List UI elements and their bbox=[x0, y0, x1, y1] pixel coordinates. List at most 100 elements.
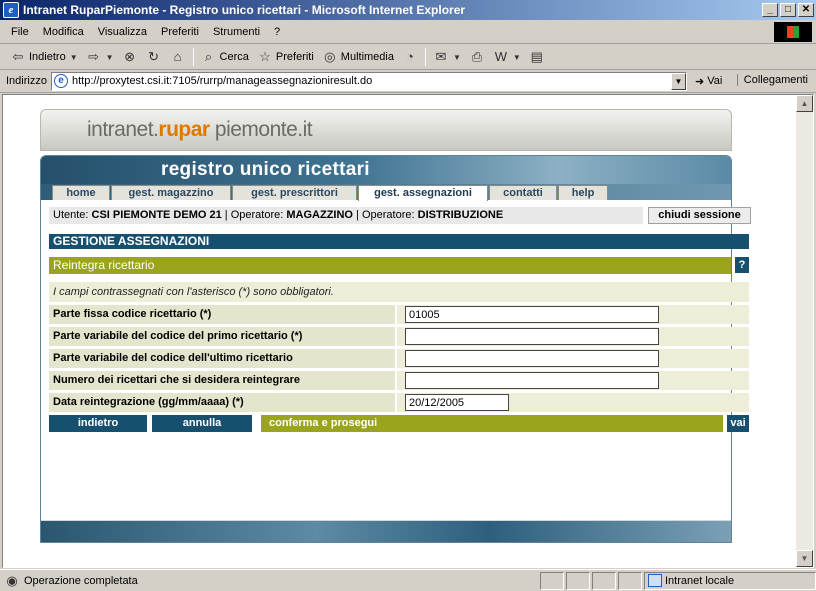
toolbar: ⇦ Indietro ▼ ⇨ ▼ ⊗ ↻ ⌂ ⌕ Cerca ☆ Preferi… bbox=[0, 45, 816, 70]
vertical-scrollbar[interactable]: ▲ ▼ bbox=[796, 95, 813, 567]
media-icon: ◎ bbox=[324, 49, 336, 64]
menu-strumenti[interactable]: Strumenti bbox=[206, 26, 267, 38]
refresh-icon: ↻ bbox=[148, 49, 159, 64]
maximize-button[interactable]: □ bbox=[780, 3, 796, 17]
back-link-button[interactable]: indietro bbox=[49, 415, 147, 432]
cancel-button[interactable]: annulla bbox=[152, 415, 252, 432]
intranet-zone-icon bbox=[648, 573, 662, 587]
tab-gest-magazzino[interactable]: gest. magazzino bbox=[111, 185, 231, 200]
required-fields-note: I campi contrassegnati con l'asterisco (… bbox=[49, 282, 749, 302]
tab-gest-assegnazioni[interactable]: gest. assegnazioni bbox=[358, 185, 488, 201]
rupar-banner: intranet.rupar piemonte.it bbox=[40, 109, 732, 151]
tab-home[interactable]: home bbox=[52, 185, 110, 200]
security-zone: Intranet locale bbox=[644, 571, 816, 590]
ie-icon: e bbox=[3, 2, 19, 18]
menu-modifica[interactable]: Modifica bbox=[36, 26, 91, 38]
address-label: Indirizzo bbox=[6, 75, 47, 87]
tab-contatti[interactable]: contatti bbox=[489, 185, 557, 200]
menu-preferiti[interactable]: Preferiti bbox=[154, 26, 206, 38]
app-title: registro unico ricettari bbox=[161, 159, 370, 180]
go-submit-button[interactable]: vai bbox=[727, 415, 749, 432]
favorites-label: Preferiti bbox=[275, 51, 314, 63]
logout-button[interactable]: chiudi sessione bbox=[648, 207, 751, 224]
close-button[interactable]: ✕ bbox=[798, 3, 814, 17]
search-button[interactable]: ⌕ Cerca bbox=[197, 46, 253, 68]
app-footer bbox=[41, 520, 731, 542]
field-label: Data reintegrazione (gg/mm/aaaa) (*) bbox=[49, 393, 395, 412]
mail-icon: ✉ bbox=[435, 49, 447, 64]
tab-help[interactable]: help bbox=[558, 185, 608, 200]
status-panel bbox=[540, 571, 564, 590]
app-header: registro unico ricettari bbox=[41, 156, 731, 184]
fixed-code-input[interactable] bbox=[405, 306, 659, 323]
field-label: Parte variabile del codice dell'ultimo r… bbox=[49, 349, 395, 368]
page-done-icon: ◉ bbox=[6, 572, 18, 588]
media-button[interactable]: ◎ Multimedia bbox=[318, 46, 398, 68]
menu-help[interactable]: ? bbox=[267, 26, 287, 38]
field-label: Parte variabile del codice del primo ric… bbox=[49, 327, 395, 346]
section-title: GESTIONE ASSEGNAZIONI bbox=[49, 234, 749, 249]
discuss-button[interactable]: ▤ bbox=[525, 46, 549, 68]
address-bar: Indirizzo e http://proxytest.csi.it:7105… bbox=[0, 70, 816, 93]
scroll-down-icon[interactable]: ▼ bbox=[796, 550, 813, 567]
first-code-input[interactable] bbox=[405, 328, 659, 345]
form-row-date: Data reintegrazione (gg/mm/aaaa) (*) bbox=[49, 393, 749, 412]
status-panel bbox=[566, 571, 590, 590]
home-icon: ⌂ bbox=[173, 49, 182, 64]
operator-role-2: DISTRIBUZIONE bbox=[417, 209, 504, 221]
last-code-input[interactable] bbox=[405, 350, 659, 367]
refresh-button[interactable]: ↻ bbox=[142, 46, 166, 68]
back-button[interactable]: ⇦ Indietro ▼ bbox=[6, 46, 82, 68]
chevron-down-icon: ▼ bbox=[69, 52, 78, 62]
form-row-fixed-code: Parte fissa codice ricettario (*) bbox=[49, 305, 749, 324]
forward-arrow-icon: ⇨ bbox=[88, 49, 100, 64]
history-icon: ◔ bbox=[406, 49, 414, 64]
document-icon: ▤ bbox=[530, 49, 543, 64]
edit-button[interactable]: W ▼ bbox=[489, 46, 525, 68]
tab-gest-prescrittori[interactable]: gest. prescrittori bbox=[232, 185, 357, 200]
address-dropdown-icon[interactable]: ▼ bbox=[670, 72, 686, 90]
scroll-up-icon[interactable]: ▲ bbox=[796, 95, 813, 112]
url-text: http://proxytest.csi.it:7105/rurrp/manag… bbox=[71, 75, 373, 87]
subsection-title: Reintegra ricettario bbox=[49, 257, 731, 274]
menu-visualizza[interactable]: Visualizza bbox=[91, 26, 154, 38]
home-button[interactable]: ⌂ bbox=[166, 46, 190, 68]
address-input[interactable]: e http://proxytest.csi.it:7105/rurrp/man… bbox=[50, 71, 687, 91]
favorites-button[interactable]: ☆ Preferiti bbox=[253, 46, 318, 68]
media-label: Multimedia bbox=[340, 51, 394, 63]
stop-button[interactable]: ⊗ bbox=[118, 46, 142, 68]
form-actions: indietro annulla conferma e prosegui vai bbox=[49, 415, 749, 432]
tabs-bar: home gest. magazzino gest. prescrittori … bbox=[41, 184, 731, 201]
history-button[interactable]: ◔ bbox=[398, 46, 422, 68]
date-input[interactable] bbox=[405, 394, 509, 411]
minimize-button[interactable]: _ bbox=[762, 3, 778, 17]
menu-bar: File Modifica Visualizza Preferiti Strum… bbox=[0, 20, 816, 44]
go-button[interactable]: ➜ Vai bbox=[695, 75, 722, 88]
go-arrow-icon: ➜ bbox=[694, 75, 705, 88]
chevron-down-icon: ▼ bbox=[452, 52, 461, 62]
page-icon: e bbox=[53, 74, 68, 88]
go-label: Vai bbox=[707, 75, 723, 87]
favorites-star-icon: ☆ bbox=[259, 49, 271, 64]
form-row-last-code: Parte variabile del codice dell'ultimo r… bbox=[49, 349, 749, 368]
search-icon: ⌕ bbox=[204, 49, 213, 64]
form-row-first-code: Parte variabile del codice del primo ric… bbox=[49, 327, 749, 346]
window-title: Intranet RuparPiemonte - Registro unico … bbox=[23, 3, 466, 17]
rupar-logo: intranet.rupar piemonte.it bbox=[87, 118, 313, 141]
print-button[interactable]: ⎙ bbox=[465, 46, 489, 68]
field-label: Numero dei ricettari che si desidera rei… bbox=[49, 371, 395, 390]
help-button[interactable]: ? bbox=[735, 257, 749, 273]
browser-viewport: intranet.rupar piemonte.it registro unic… bbox=[2, 94, 814, 568]
operator-role: MAGAZZINO bbox=[286, 209, 353, 221]
print-icon: ⎙ bbox=[471, 49, 483, 64]
menu-file[interactable]: File bbox=[4, 26, 36, 38]
field-label: Parte fissa codice ricettario (*) bbox=[49, 305, 395, 324]
form-row-count: Numero dei ricettari che si desidera rei… bbox=[49, 371, 749, 390]
links-button[interactable]: Collegamenti bbox=[736, 74, 808, 86]
word-icon: W bbox=[494, 49, 508, 64]
confirm-bar: conferma e prosegui bbox=[261, 415, 723, 432]
forward-button[interactable]: ⇨ ▼ bbox=[82, 46, 118, 68]
chevron-down-icon: ▼ bbox=[105, 52, 114, 62]
mail-button[interactable]: ✉ ▼ bbox=[429, 46, 465, 68]
count-input[interactable] bbox=[405, 372, 659, 389]
